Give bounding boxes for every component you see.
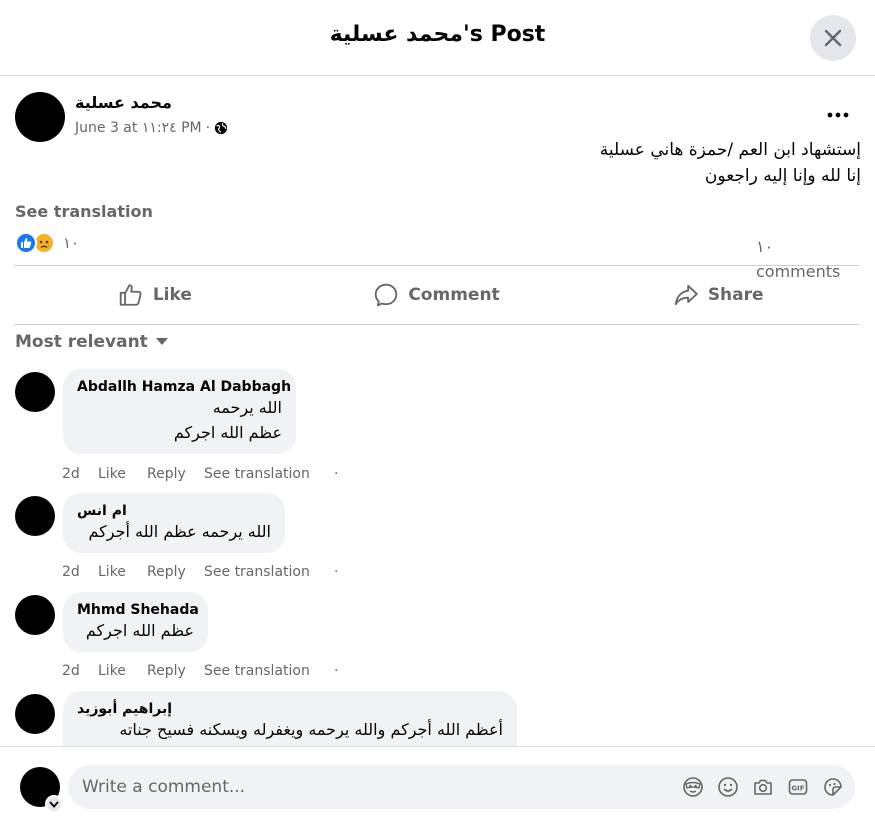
see-translation-link[interactable]: See translation [15,202,153,221]
photo-button[interactable] [751,775,775,799]
post-date[interactable]: June 3 at ١١:٢٤ PM [75,120,202,136]
commenter-name[interactable]: ام انس [77,503,271,519]
sticker-button[interactable] [821,775,845,799]
post-body: إستشهاد ابن العم /حمزة هاني عسلية إنا لل… [600,137,861,189]
separator-dot: · [334,663,339,679]
comment-bubble: Abdallh Hamza Al Dabbagh الله يرحمه عظم … [63,369,296,454]
comment-time[interactable]: 2d [62,564,98,580]
like-reaction-icon [15,232,37,254]
caret-down-icon [155,338,168,345]
comment-text: الله يرحمه عظم الله أجركم [88,522,271,541]
commenter-avatar[interactable] [15,595,55,635]
comment-like-button[interactable]: Like [98,466,147,482]
close-icon [824,29,842,47]
thumbs-up-icon [119,284,142,306]
like-button[interactable]: Like [14,266,296,324]
emoji-button[interactable] [716,775,740,799]
comment-text: الله يرحمه [212,398,282,417]
author-name[interactable]: محمد عسلية [75,93,172,112]
post-action-bar: Like Comment Share [14,265,859,325]
comment-reply-button[interactable]: Reply [147,663,204,679]
comment-label: Comment [408,285,500,305]
comment-reply-button[interactable]: Reply [147,466,204,482]
dialog-title: محمد عسلية's Post [329,22,546,47]
comment-bubble: ام انس الله يرحمه عظم الله أجركم [63,493,285,553]
comment-text: عظم الله اجركم [85,621,194,640]
sort-label: Most relevant [15,332,148,352]
share-button[interactable]: Share [577,266,859,324]
more-icon [827,112,849,118]
comment-button[interactable]: Comment [296,266,578,324]
commenter-name[interactable]: Abdallh Hamza Al Dabbagh [77,379,291,395]
comment-actions: 2d Like Reply See translation · [62,466,338,482]
avatar-sticker-icon [683,777,703,797]
separator-dot: · [334,466,339,482]
emoji-icon [718,777,738,797]
more-options-button[interactable] [822,103,854,127]
gif-button[interactable]: GIF [786,775,810,799]
comment-time[interactable]: 2d [62,663,98,679]
separator-dot: · [334,564,339,580]
comment-text: عظم الله اجركم [173,423,282,442]
share-label: Share [707,285,764,305]
commenter-avatar[interactable] [15,694,55,734]
comment-actions: 2d Like Reply See translation · [62,564,338,580]
sticker-icon [824,778,842,796]
author-avatar[interactable] [15,92,65,142]
comment-input[interactable] [82,765,662,809]
reactions-summary[interactable]: ١٠ [15,232,79,254]
commenter-name[interactable]: إبراهيم أبوزيد [77,701,503,717]
close-button[interactable] [810,15,856,61]
comment-see-translation[interactable]: See translation [204,466,334,482]
comment-like-button[interactable]: Like [98,663,147,679]
globe-icon [214,121,228,135]
comment-composer: GIF [0,746,875,832]
chevron-down-icon [49,800,59,808]
post-body-line: إستشهاد ابن العم /حمزة هاني عسلية [599,140,861,160]
comment-like-button[interactable]: Like [98,564,147,580]
comment-actions: 2d Like Reply See translation · [62,663,338,679]
camera-icon [754,779,772,795]
comment-reply-button[interactable]: Reply [147,564,204,580]
post-meta: June 3 at ١١:٢٤ PM · [75,120,228,136]
commenter-avatar[interactable] [15,496,55,536]
comment-box: GIF [68,765,855,809]
comment-text: أعظم الله أجركم والله يرحمه ويغفرله ويسك… [119,720,503,739]
meta-separator: · [205,120,211,136]
post-scroll-area[interactable]: محمد عسلية June 3 at ١١:٢٤ PM · إستشهاد … [0,77,875,746]
reaction-count: ١٠ [63,234,80,252]
like-label: Like [152,285,192,305]
commenter-avatar[interactable] [15,372,55,412]
svg-text:GIF: GIF [791,784,804,792]
comment-sort-dropdown[interactable]: Most relevant [15,332,168,352]
avatar-sticker-button[interactable] [681,775,705,799]
dialog-header: محمد عسلية's Post [0,0,875,76]
post-body-line: إنا لله وإنا إليه راجعون [704,166,861,186]
comment-bubble: إبراهيم أبوزيد أعظم الله أجركم والله يرح… [63,691,517,746]
profile-switcher-button[interactable] [45,795,63,813]
comment-bubble: Mhmd Shehada عظم الله اجركم [63,592,208,652]
share-arrow-icon [674,284,698,306]
comment-see-translation[interactable]: See translation [204,663,334,679]
gif-icon: GIF [788,779,808,795]
commenter-name[interactable]: Mhmd Shehada [77,602,199,618]
comment-bubble-icon [375,283,398,307]
comment-see-translation[interactable]: See translation [204,564,334,580]
comment-time[interactable]: 2d [62,466,98,482]
composer-tools: GIF [681,775,845,799]
